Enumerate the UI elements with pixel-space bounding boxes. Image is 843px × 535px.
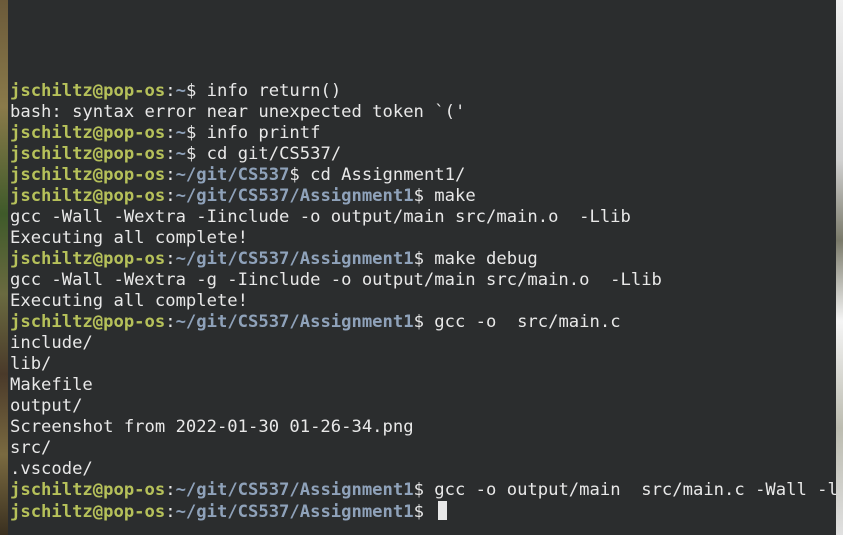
prompt-colon: : [165,81,176,101]
prompt-colon: : [165,502,176,522]
prompt-dollar: $ [413,480,424,500]
output-line: src/ [10,438,52,458]
prompt-dollar: $ [413,249,424,269]
prompt-user-host: jschiltz@pop-os [10,249,166,269]
prompt-colon: : [165,186,176,206]
desktop-wallpaper-left [0,0,8,535]
output-line: bash: syntax error near unexpected token… [10,102,466,122]
prompt-colon: : [165,312,176,332]
output-line: Executing all complete! [10,291,248,311]
prompt-path: ~/git/CS537/Assignment1 [175,186,414,206]
terminal-output: jschiltz@pop-os:~$ info return() bash: sy… [10,81,836,522]
prompt-dollar: $ [185,123,197,143]
prompt-line: jschiltz@pop-os:~/git/CS537$ cd Assignme… [10,165,836,186]
prompt-user-host: jschiltz@pop-os [10,123,166,143]
command-text: gcc -o output/main src/main.c -Wall -lm [423,480,836,500]
prompt-dollar: $ [289,165,300,185]
prompt-path: ~/git/CS537 [175,165,290,185]
command-text[interactable] [424,502,434,522]
prompt-path: ~ [175,144,186,164]
prompt-path: ~ [175,123,186,143]
prompt-user-host: jschiltz@pop-os [10,165,166,185]
command-text: cd Assignment1/ [299,165,466,185]
prompt-dollar: $ [413,502,424,522]
prompt-path: ~/git/CS537/Assignment1 [175,480,414,500]
prompt-colon: : [165,165,176,185]
prompt-path: ~/git/CS537/Assignment1 [175,249,414,269]
prompt-path: ~/git/CS537/Assignment1 [175,502,414,522]
output-line: .vscode/ [10,459,93,479]
prompt-dollar: $ [185,81,197,101]
prompt-colon: : [165,144,176,164]
prompt-user-host: jschiltz@pop-os [10,502,166,522]
prompt-line: jschiltz@pop-os:~$ cd git/CS537/ [10,144,836,165]
command-text: make [423,186,476,206]
command-text: make debug [423,249,538,269]
output-line: Screenshot from 2022-01-30 01-26-34.png [10,417,414,437]
prompt-dollar: $ [185,144,197,164]
prompt-line: jschiltz@pop-os:~$ info return() [10,81,836,102]
prompt-user-host: jschiltz@pop-os [10,186,166,206]
output-line: gcc -Wall -Wextra -g -Iinclude -o output… [10,270,662,290]
prompt-user-host: jschiltz@pop-os [10,480,166,500]
command-text: cd git/CS537/ [196,144,342,164]
output-line: Makefile [10,375,93,395]
terminal-window[interactable]: jschiltz@pop-os:~$ info return() bash: sy… [8,0,836,535]
prompt-line: jschiltz@pop-os:~/git/CS537/Assignment1$… [10,249,836,270]
prompt-user-host: jschiltz@pop-os [10,81,166,101]
prompt-line: jschiltz@pop-os:~/git/CS537/Assignment1$… [10,480,836,501]
prompt-user-host: jschiltz@pop-os [10,144,166,164]
desktop-wallpaper-right [836,0,843,535]
command-text: info printf [196,123,321,143]
text-cursor [438,501,448,520]
prompt-colon: : [165,249,176,269]
output-line: lib/ [10,354,52,374]
prompt-line: jschiltz@pop-os:~/git/CS537/Assignment1$ [10,501,836,522]
output-line: output/ [10,396,83,416]
output-line: include/ [10,333,93,353]
prompt-line: jschiltz@pop-os:~/git/CS537/Assignment1$… [10,312,836,333]
prompt-line: jschiltz@pop-os:~/git/CS537/Assignment1$… [10,186,836,207]
prompt-path: ~/git/CS537/Assignment1 [175,312,414,332]
command-text: info return() [196,81,342,101]
prompt-path: ~ [175,81,186,101]
command-text: gcc -o src/main.c [423,312,621,332]
prompt-dollar: $ [413,312,424,332]
output-line: gcc -Wall -Wextra -Iinclude -o output/ma… [10,207,631,227]
prompt-dollar: $ [413,186,424,206]
prompt-user-host: jschiltz@pop-os [10,312,166,332]
output-line: Executing all complete! [10,228,248,248]
prompt-colon: : [165,480,176,500]
prompt-colon: : [165,123,176,143]
prompt-line: jschiltz@pop-os:~$ info printf [10,123,836,144]
